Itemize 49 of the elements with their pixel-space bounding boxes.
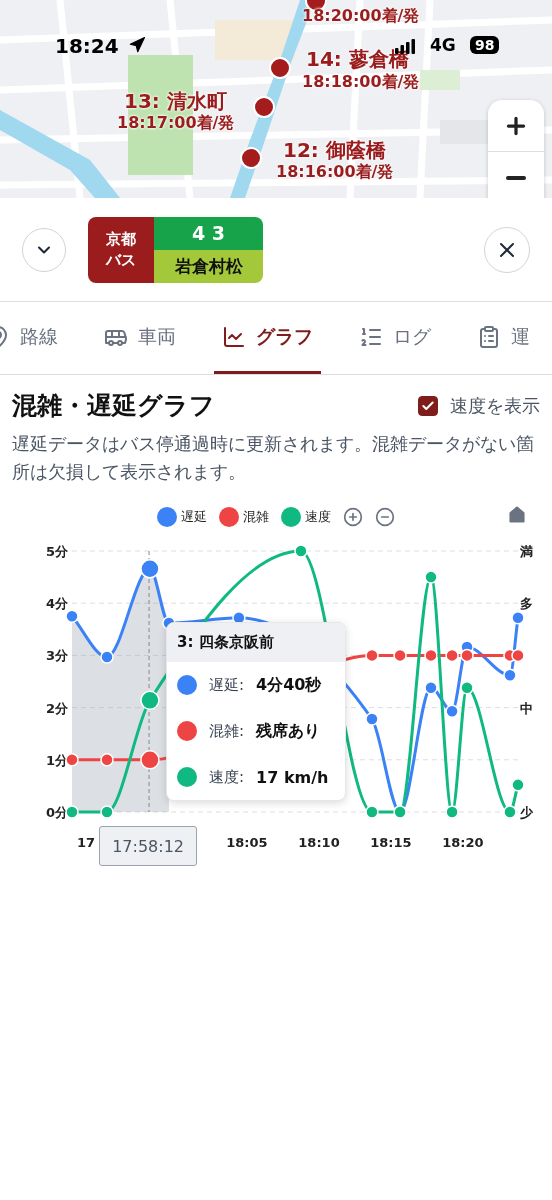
route-destination: 岩倉村松 — [154, 249, 263, 283]
y-tick-label: 4分 — [45, 596, 68, 612]
stop-name: 12: 御蔭橋 — [283, 137, 386, 163]
y-tick-label: 2分 — [45, 700, 68, 716]
x-tick-label: 18:10 — [298, 835, 340, 850]
tab[interactable]: ログ — [351, 302, 439, 374]
congestion-label: 少 — [520, 805, 533, 820]
tab[interactable]: 運 — [469, 302, 530, 374]
x-tick-label: 18:20 — [442, 835, 484, 850]
stop-time: 18:17:00着/発 — [117, 113, 235, 134]
tooltip-label: 混雑: — [209, 721, 245, 741]
tab[interactable]: 車両 — [96, 302, 184, 374]
stop-time: 18:20:00着/発 — [302, 6, 420, 27]
operator-name: 京都 — [106, 229, 136, 250]
description: 遅延データはバス停通過時に更新されます。混雑データがない箇所は欠損して表示されます。 — [12, 433, 535, 484]
x-tick-label: 17 — [77, 835, 96, 850]
legend-label: 速度 — [305, 508, 331, 526]
stop-time: 18:16:00着/発 — [276, 162, 394, 183]
tooltip-label: 遅延: — [209, 675, 245, 695]
tooltip-value: 残席あり — [256, 720, 321, 742]
clock: 18:24 — [55, 34, 119, 58]
route-number: 4 3 — [154, 216, 263, 250]
network-type: 4G — [430, 35, 456, 55]
tab[interactable]: 路線 — [0, 302, 66, 374]
y-tick-label: 1分 — [45, 752, 68, 768]
tooltip-value: 17 km/h — [256, 767, 329, 787]
y-tick-label: 5分 — [45, 544, 68, 559]
battery-level: 98 — [470, 36, 500, 54]
stop-time: 18:18:00着/発 — [302, 72, 420, 93]
congestion-label: 満 — [520, 544, 533, 559]
legend-label: 遅延 — [181, 508, 207, 526]
congestion-label: 多 — [520, 596, 533, 612]
x-tick-label: 18:05 — [226, 835, 268, 850]
section-title: 混雑・遅延グラフ — [12, 390, 215, 422]
stop-name: 13: 清水町 — [124, 88, 227, 114]
tooltip-value: 4分40秒 — [256, 674, 322, 696]
x-tick-label: 18:15 — [370, 835, 412, 850]
congestion-label: 中 — [520, 700, 533, 716]
stop-name: 14: 蓼倉橋 — [306, 46, 409, 73]
y-tick-label: 0分 — [45, 805, 68, 820]
tab[interactable]: グラフ — [214, 302, 321, 374]
legend-label: 混雑 — [243, 508, 269, 526]
time-pointer-label: 17:58:12 — [99, 826, 198, 866]
y-tick-label: 3分 — [45, 648, 68, 664]
tooltip-title: 3: 四条京阪前 — [167, 623, 345, 662]
operator-name: バス — [106, 249, 136, 270]
checkbox-label: 速度を表示 — [450, 393, 540, 418]
tooltip-label: 速度: — [209, 767, 245, 787]
speed-toggle[interactable]: 速度を表示 — [418, 393, 540, 418]
